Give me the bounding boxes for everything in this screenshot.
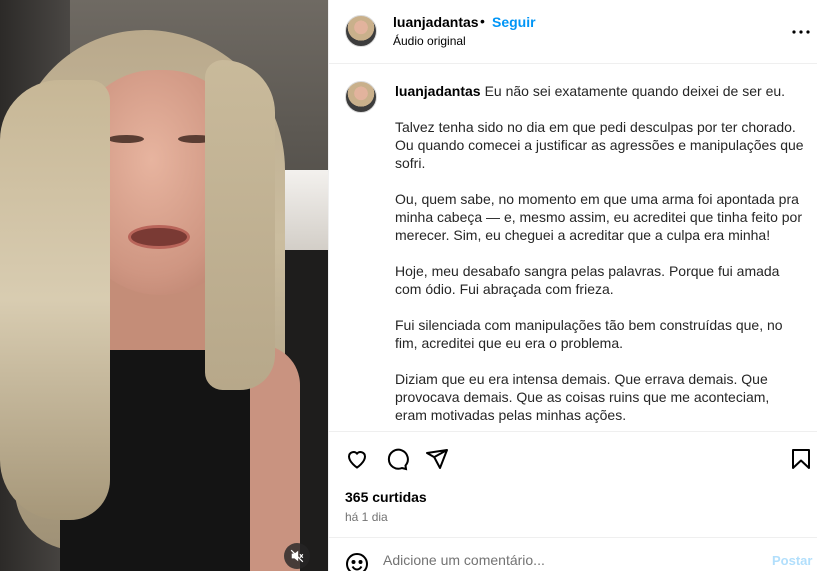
header-username[interactable]: luanjadantas [393, 14, 479, 30]
caption-paragraph: Diziam que eu era intensa demais. Que er… [395, 371, 770, 423]
comment-input[interactable] [383, 552, 763, 568]
save-button[interactable] [788, 446, 814, 472]
caption-paragraph: Ou, quem sabe, no momento em que uma arm… [395, 191, 802, 243]
share-icon [426, 449, 448, 469]
post-media[interactable] [0, 0, 328, 571]
muted-speaker-icon [290, 549, 304, 563]
emoji-button[interactable] [345, 552, 369, 571]
separator-dot: • [480, 13, 485, 29]
likes-count[interactable]: 365 curtidas [345, 489, 427, 505]
post-header: luanjadantas • Seguir Áudio original [329, 0, 817, 64]
share-button[interactable] [424, 446, 450, 472]
comment-bar: Postar [329, 537, 817, 571]
eye [108, 135, 144, 143]
post-panel: luanjadantas • Seguir Áudio original lua… [328, 0, 817, 571]
comment-icon [387, 448, 409, 471]
caption-text: luanjadantas Eu não sei exatamente quando… [395, 82, 805, 431]
caption-paragraph: luanjadantas Eu não sei exatamente quando… [395, 82, 805, 100]
caption-avatar[interactable] [345, 81, 377, 113]
avatar[interactable] [345, 15, 377, 47]
audio-link[interactable]: Áudio original [393, 34, 466, 48]
caption-username[interactable]: luanjadantas [395, 83, 481, 99]
hair-strand [0, 80, 110, 520]
caption-section: luanjadantas Eu não sei exatamente quando… [329, 65, 817, 431]
like-button[interactable] [344, 446, 370, 472]
hair-strand [205, 60, 275, 390]
caption-line: Eu não sei exatamente quando deixei de s… [484, 83, 786, 99]
post-time[interactable]: há 1 dia [345, 510, 388, 524]
caption-paragraph: Talvez tenha sido no dia em que pedi des… [395, 119, 804, 171]
follow-button[interactable]: Seguir [492, 14, 536, 30]
bookmark-icon [792, 449, 810, 469]
emoji-icon [346, 553, 368, 571]
caption-paragraph: Fui silenciada com manipulações tão bem … [395, 317, 783, 351]
actions-section: 365 curtidas há 1 dia Postar [329, 431, 817, 571]
heart-icon [347, 451, 367, 469]
mute-button[interactable] [284, 543, 310, 569]
more-options-button[interactable] [789, 20, 813, 44]
more-horizontal-icon [792, 30, 810, 34]
mouth [128, 225, 190, 249]
comment-button[interactable] [384, 446, 410, 472]
post-comment-button[interactable]: Postar [772, 553, 812, 568]
caption-paragraph: Hoje, meu desabafo sangra pelas palavras… [395, 263, 780, 297]
